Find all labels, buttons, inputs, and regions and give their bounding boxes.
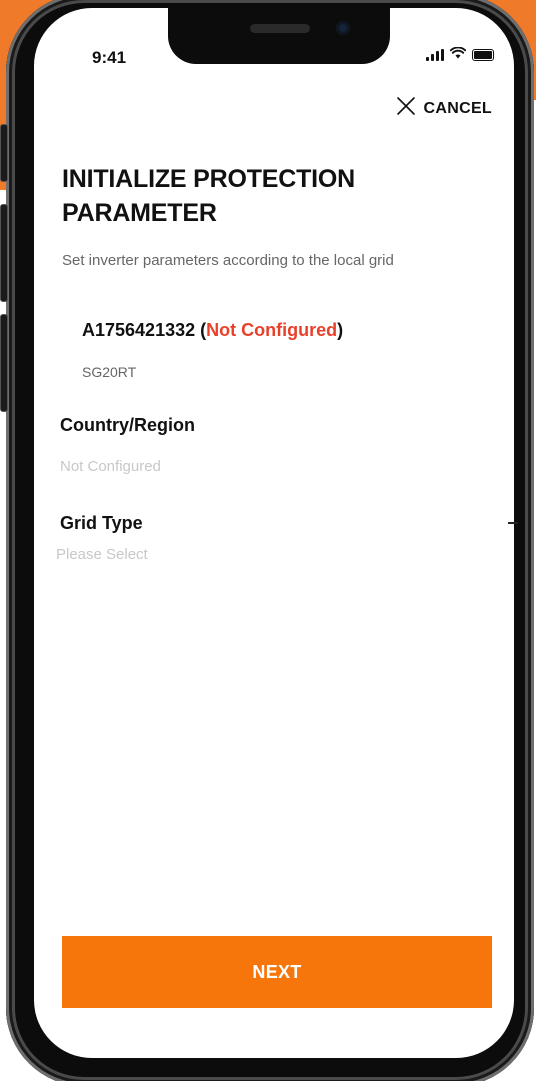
volume-down-button	[0, 314, 8, 412]
device-serial: A1756421332	[82, 320, 196, 340]
cellular-signal-icon	[426, 49, 444, 61]
grid-type-select[interactable]: Please Select	[56, 546, 148, 563]
cancel-label[interactable]: CANCEL	[424, 100, 492, 118]
edge-divider	[508, 522, 518, 524]
grid-type-label: Grid Type	[60, 513, 143, 533]
device-status: Not Configured	[206, 320, 338, 340]
phone-frame: 9:41 CANCEL INITIALIZE PROTECTION PARAME…	[0, 0, 534, 1081]
device-status-open: (	[195, 320, 207, 340]
app-screen: 9:41 CANCEL INITIALIZE PROTECTION PARAME…	[34, 8, 514, 1058]
mute-switch	[0, 124, 8, 182]
speaker-grille	[250, 24, 310, 33]
volume-up-button	[0, 204, 8, 302]
notch	[168, 8, 390, 64]
device-status-close: )	[337, 320, 344, 340]
cancel-button[interactable]: CANCEL	[396, 96, 492, 121]
country-region-value[interactable]: Not Configured	[60, 458, 161, 475]
status-icons	[426, 46, 494, 64]
stage: 9:41 CANCEL INITIALIZE PROTECTION PARAME…	[0, 0, 536, 1081]
device-model: SG20RT	[82, 364, 137, 380]
front-camera	[336, 21, 350, 35]
status-time: 9:41	[92, 48, 127, 67]
device-serial-line: A1756421332 (Not Configured)	[82, 320, 343, 341]
page-subtitle: Set inverter parameters according to the…	[62, 252, 394, 269]
next-button[interactable]: NEXT	[62, 936, 492, 1008]
battery-icon	[472, 49, 494, 61]
close-icon[interactable]	[396, 96, 416, 121]
country-region-label: Country/Region	[60, 415, 195, 435]
wifi-icon	[449, 46, 467, 64]
page-title: INITIALIZE PROTECTION PARAMETER	[62, 165, 356, 227]
